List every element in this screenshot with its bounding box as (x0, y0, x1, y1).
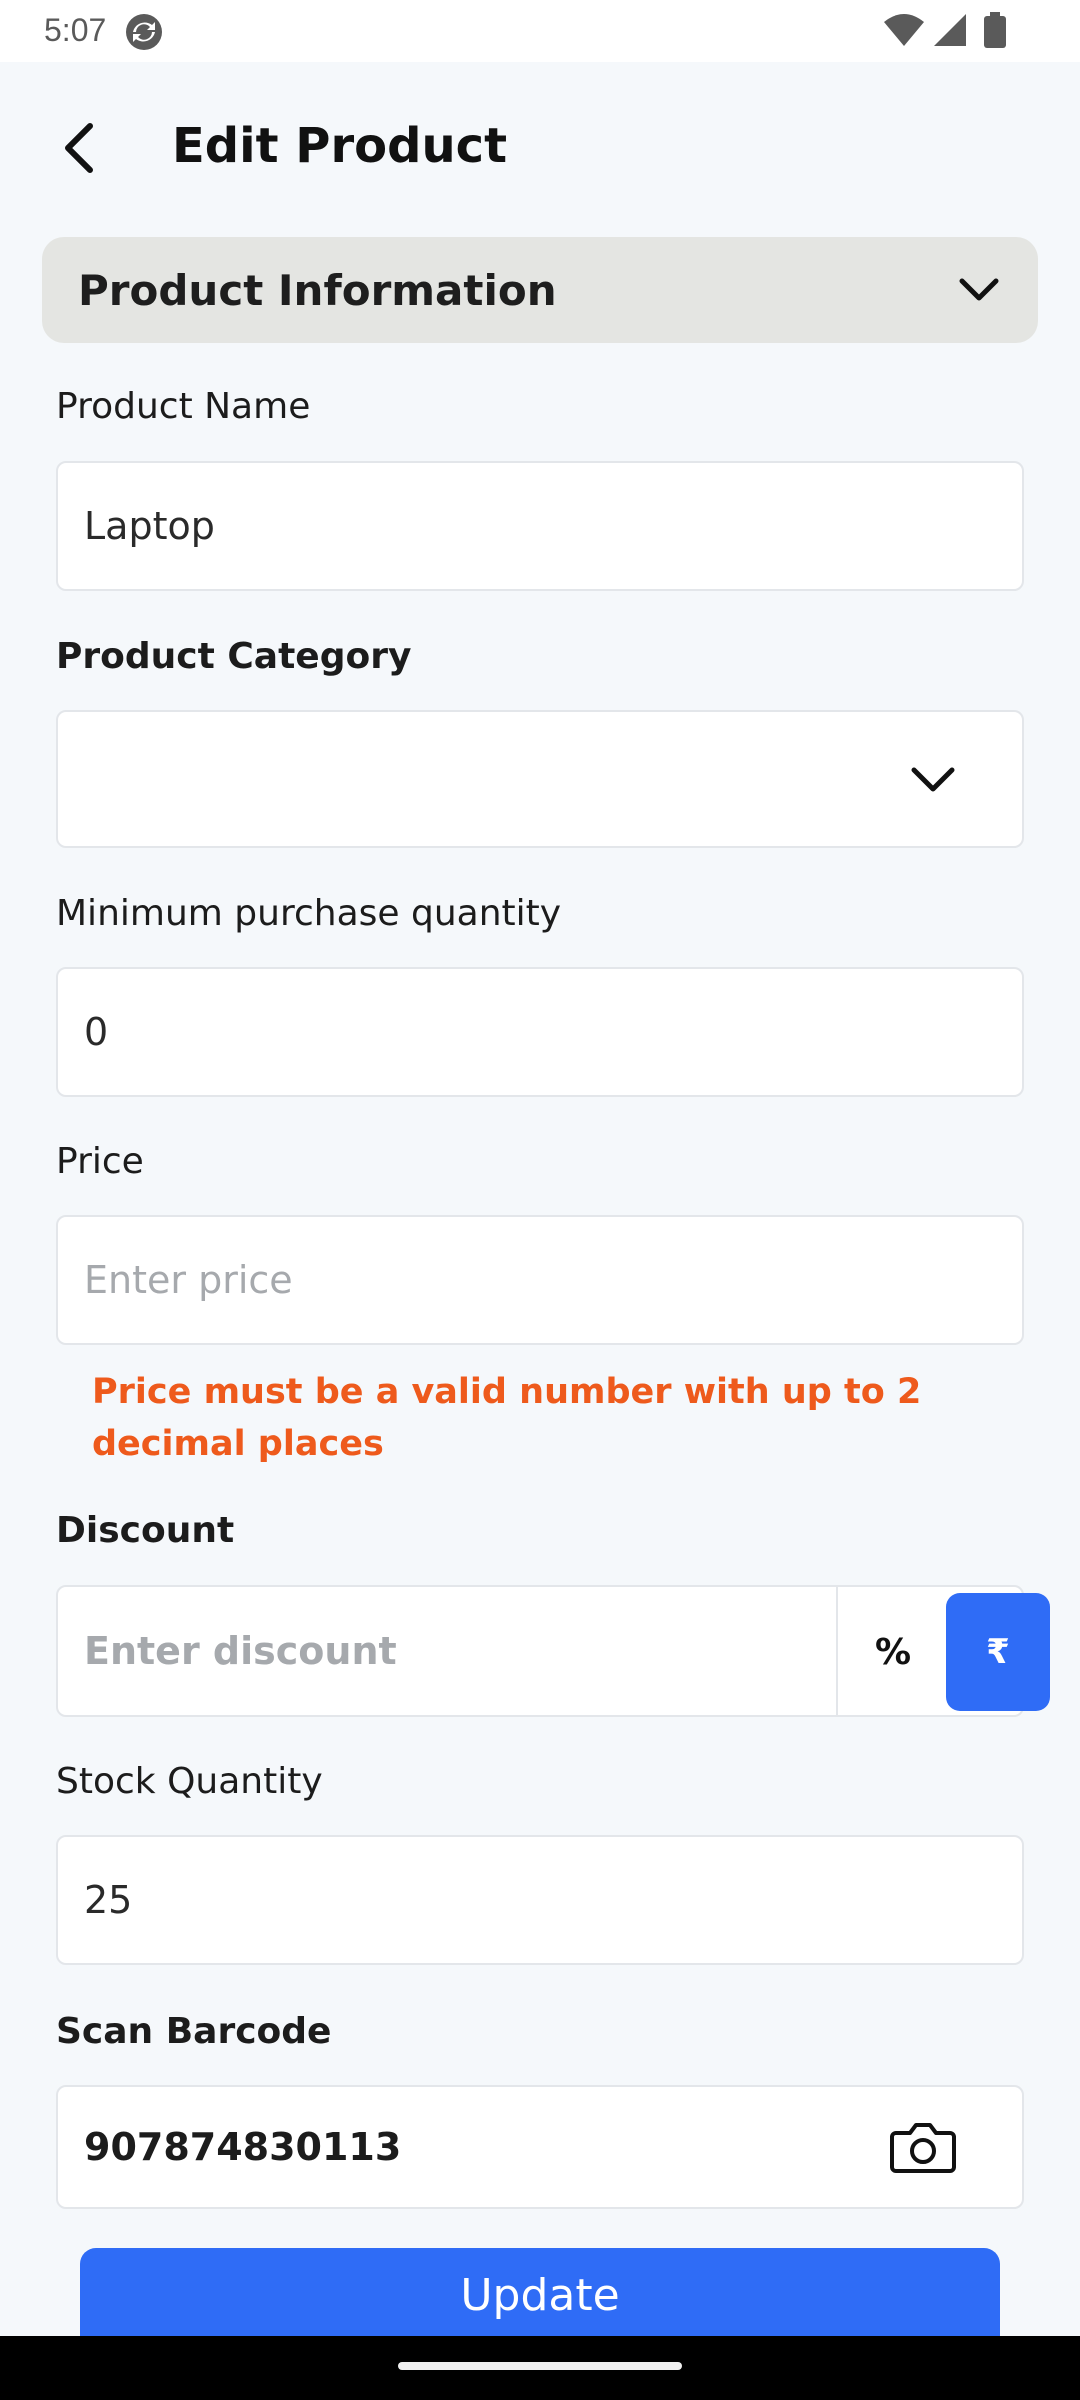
product-information-accordion[interactable]: Product Information (42, 237, 1038, 343)
scan-barcode-label: Scan Barcode (56, 2011, 332, 2052)
barcode-value: 907874830113 (84, 2125, 402, 2169)
discount-input[interactable]: Enter discount (84, 1629, 397, 1673)
divider (836, 1587, 838, 1715)
battery-icon (984, 12, 1006, 48)
price-input[interactable]: Enter price (56, 1215, 1024, 1345)
stock-quantity-input[interactable]: 25 (56, 1835, 1024, 1965)
product-name-value: Laptop (84, 504, 215, 548)
product-category-label: Product Category (56, 636, 412, 677)
min-purchase-qty-input[interactable]: 0 (56, 967, 1024, 1097)
price-placeholder: Enter price (84, 1258, 293, 1302)
stock-quantity-value: 25 (84, 1878, 133, 1922)
min-purchase-qty-label: Minimum purchase quantity (56, 893, 562, 934)
app-header: Edit Product (0, 62, 1080, 240)
sync-icon (126, 14, 162, 50)
discount-field: Enter discount % ₹ (56, 1585, 1050, 1717)
price-label: Price (56, 1141, 144, 1182)
discount-rupee-toggle[interactable]: ₹ (946, 1593, 1050, 1711)
chevron-left-icon (65, 123, 93, 173)
home-indicator[interactable] (398, 2362, 682, 2370)
barcode-input[interactable]: 907874830113 (56, 2085, 1024, 2209)
status-bar: 5:07 (0, 0, 1080, 62)
product-name-label: Product Name (56, 386, 311, 427)
chevron-down-icon (911, 767, 955, 792)
product-name-input[interactable]: Laptop (56, 461, 1024, 591)
back-button[interactable] (44, 112, 116, 184)
min-purchase-qty-value: 0 (84, 1010, 109, 1054)
product-category-select[interactable] (56, 710, 1024, 848)
camera-icon[interactable] (890, 2117, 956, 2177)
wifi-icon (884, 14, 924, 46)
signal-icon (934, 14, 966, 46)
discount-percent-toggle[interactable]: % (848, 1595, 938, 1709)
status-time: 5:07 (44, 12, 107, 48)
price-error-message: Price must be a valid number with up to … (92, 1372, 922, 1464)
page-title: Edit Product (172, 118, 508, 174)
stock-quantity-label: Stock Quantity (56, 1761, 323, 1802)
chevron-down-icon (959, 278, 999, 301)
section-title: Product Information (78, 265, 557, 315)
discount-label: Discount (56, 1510, 235, 1551)
